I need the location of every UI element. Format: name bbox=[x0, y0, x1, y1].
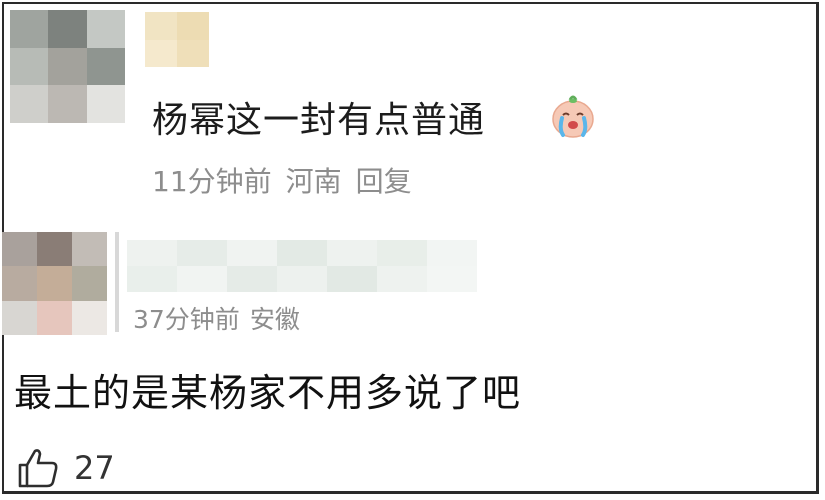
comment-meta: 11分钟前 河南 回复 bbox=[152, 162, 426, 202]
reply-time: 37分钟前 bbox=[133, 305, 240, 334]
like-count: 27 bbox=[74, 449, 115, 487]
reply-username-blurred[interactable] bbox=[127, 240, 477, 292]
reply-avatar[interactable] bbox=[2, 232, 107, 335]
comment-username-blurred[interactable] bbox=[145, 12, 209, 67]
comment-time: 11分钟前 bbox=[152, 165, 272, 198]
reply-button[interactable]: 回复 bbox=[356, 165, 412, 198]
comment-avatar[interactable] bbox=[10, 10, 125, 123]
comment-location: 河南 bbox=[285, 165, 342, 198]
comment-text: 杨幂这一封有点普通 bbox=[152, 100, 486, 141]
reply-text: 最土的是某杨家不用多说了吧 bbox=[14, 371, 522, 415]
thumbs-up-icon bbox=[18, 449, 58, 488]
reply-meta: 37分钟前 安徽 bbox=[133, 302, 310, 338]
avatar-divider bbox=[115, 232, 119, 332]
crying-face-emoji-icon bbox=[552, 95, 594, 138]
like-button[interactable]: 27 bbox=[16, 446, 115, 490]
reply-location: 安徽 bbox=[249, 305, 300, 334]
